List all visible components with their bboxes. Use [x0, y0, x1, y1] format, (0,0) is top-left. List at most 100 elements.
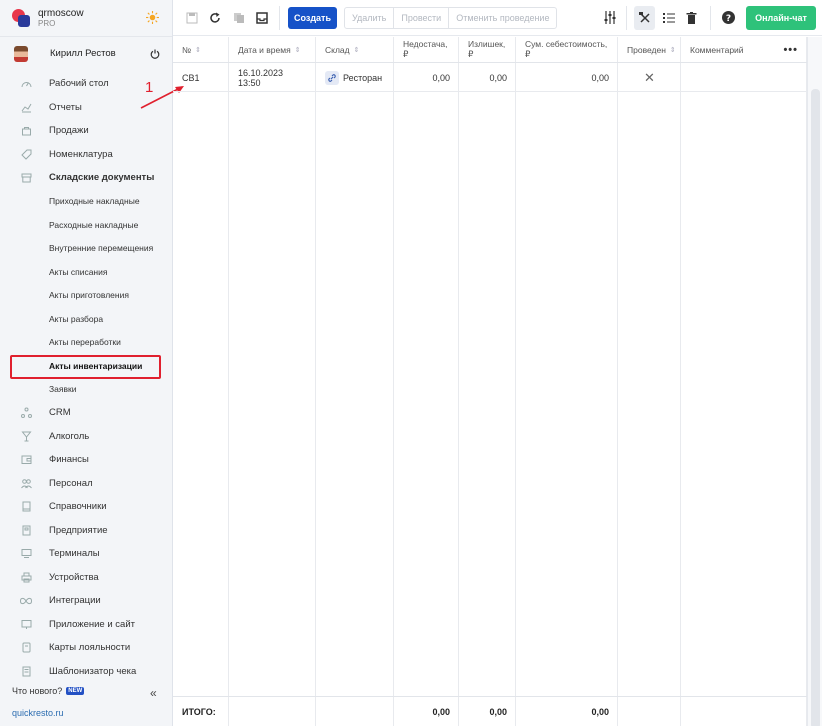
totals-shortage: 0,00	[394, 696, 459, 726]
trash-icon[interactable]	[685, 11, 698, 24]
inbox-icon[interactable]	[255, 11, 268, 24]
online-chat-button[interactable]: Онлайн-чат	[746, 6, 816, 30]
table-row-surplus[interactable]: 0,00	[459, 64, 516, 92]
header-posted[interactable]: Проведен ⇕	[618, 37, 681, 63]
table-row-shortage[interactable]: 0,00	[394, 64, 459, 92]
whats-new-label: Что нового?	[12, 686, 63, 696]
header-label: Недостача, ₽	[403, 39, 448, 59]
header-label: Проведен	[627, 44, 666, 55]
header-label: №	[182, 44, 192, 55]
glass-icon	[20, 430, 32, 442]
header-num[interactable]: № ⇕	[173, 37, 229, 63]
header-surplus[interactable]: Излишек, ₽	[459, 37, 516, 63]
refresh-icon[interactable]	[208, 11, 221, 24]
sidebar-item-staff[interactable]: Персонал	[0, 472, 172, 496]
sidebar-item-label: Справочники	[49, 501, 107, 513]
more-options-icon[interactable]: •••	[783, 44, 798, 56]
sidebar-subitem-disassembly-acts[interactable]: Акты разбора	[0, 307, 172, 331]
sidebar-item-nomenclature[interactable]: Номенклатура	[0, 143, 172, 167]
totals-surplus: 0,00	[459, 696, 516, 726]
header-date[interactable]: Дата и время ⇕	[229, 37, 316, 63]
site-link[interactable]: quickresto.ru	[12, 708, 64, 718]
sidebar-subitem-processing-acts[interactable]: Акты переработки	[0, 331, 172, 355]
sidebar-item-app-and-site[interactable]: Приложение и сайт	[0, 613, 172, 637]
sun-icon[interactable]	[146, 11, 159, 24]
sort-icon: ⇕	[669, 46, 676, 54]
whats-new-link[interactable]: Что нового? NEW	[12, 686, 85, 696]
header-label: Излишек, ₽	[468, 39, 506, 59]
collapse-sidebar-icon[interactable]: «	[150, 686, 157, 700]
header-label: Склад	[325, 44, 350, 55]
table-row-posted[interactable]: ✕	[618, 64, 681, 92]
svg-text:?: ?	[726, 14, 731, 24]
receipt-icon	[20, 665, 32, 677]
save-icon[interactable]	[185, 11, 198, 24]
sidebar-subitem-label: Акты списания	[49, 266, 108, 277]
scrollbar-thumb[interactable]	[811, 89, 820, 726]
sidebar-subitem-writeoff-acts[interactable]: Акты списания	[0, 260, 172, 284]
column-surplus	[459, 37, 516, 726]
vertical-scrollbar[interactable]	[807, 37, 822, 726]
sidebar-subitem-label: Заявки	[49, 384, 77, 395]
table-row-comment[interactable]	[681, 64, 807, 92]
power-icon[interactable]	[150, 49, 160, 59]
table-row-cost[interactable]: 0,00	[516, 64, 618, 92]
sidebar-item-receipt-templates[interactable]: Шаблонизатор чека	[0, 660, 172, 684]
sidebar-item-label: Шаблонизатор чека	[49, 665, 137, 677]
people-icon	[20, 477, 32, 489]
sidebar-item-sales[interactable]: Продажи	[0, 119, 172, 143]
table-row-num[interactable]: СВ1	[173, 64, 229, 92]
sidebar-item-enterprise[interactable]: Предприятие	[0, 519, 172, 543]
table-row-date[interactable]: 16.10.2023 13:50	[229, 64, 316, 92]
header-comment[interactable]: Комментарий •••	[681, 37, 807, 63]
help-icon[interactable]: ?	[722, 11, 735, 24]
list-icon[interactable]	[662, 11, 675, 24]
toolbar-separator	[710, 6, 711, 30]
building-icon	[20, 524, 32, 536]
sidebar-item-label: Интеграции	[49, 595, 101, 607]
sidebar-item-label: Терминалы	[49, 548, 100, 560]
column-num	[173, 37, 229, 726]
sidebar-item-label: Продажи	[49, 125, 89, 137]
printer-icon	[20, 571, 32, 583]
crm-icon	[20, 407, 32, 419]
unpost-button[interactable]: Отменить проведение	[449, 8, 556, 28]
totals-label: ИТОГО:	[173, 696, 229, 726]
sidebar-subitem-internal-transfers[interactable]: Внутренние перемещения	[0, 237, 172, 261]
toolbar: Создать Удалить Провести Отменить провед…	[173, 0, 822, 36]
sidebar-item-finance[interactable]: Финансы	[0, 448, 172, 472]
sidebar-subitem-incoming-invoices[interactable]: Приходные накладные	[0, 190, 172, 214]
header-store[interactable]: Склад ⇕	[316, 37, 394, 63]
toolbar-separator	[626, 6, 627, 30]
infinity-icon	[20, 595, 32, 607]
create-button[interactable]: Создать	[288, 7, 337, 29]
sidebar-item-devices[interactable]: Устройства	[0, 566, 172, 590]
sidebar-item-directories[interactable]: Справочники	[0, 495, 172, 519]
sidebar-item-label: Приложение и сайт	[49, 618, 135, 630]
sort-icon: ⇕	[294, 46, 301, 54]
sidebar-subitem-requests[interactable]: Заявки	[0, 378, 172, 402]
brand[interactable]: qrmoscow PRO	[0, 0, 172, 36]
table-row-store[interactable]: Ресторан	[316, 64, 394, 92]
sidebar-item-crm[interactable]: CRM	[0, 401, 172, 425]
sidebar-item-alcohol[interactable]: Алкоголь	[0, 425, 172, 449]
sidebar-item-loyalty-cards[interactable]: Карты лояльности	[0, 636, 172, 660]
post-button[interactable]: Провести	[394, 8, 450, 28]
sidebar-item-terminals[interactable]: Терминалы	[0, 542, 172, 566]
filter-sliders-icon[interactable]	[603, 11, 616, 24]
sidebar-subitem-label: Акты разбора	[49, 313, 104, 324]
sidebar-subitem-outgoing-invoices[interactable]: Расходные накладные	[0, 213, 172, 237]
basket-icon	[20, 125, 32, 137]
sidebar-item-label: Карты лояльности	[49, 642, 131, 654]
sidebar-subitem-label: Акты переработки	[49, 337, 121, 348]
header-shortage[interactable]: Недостача, ₽	[394, 37, 459, 63]
sidebar-item-integrations[interactable]: Интеграции	[0, 589, 172, 613]
header-cost[interactable]: Сум. себестоимость, ₽	[516, 37, 618, 63]
user-row[interactable]: Кирилл Рестов	[0, 36, 172, 70]
delete-button[interactable]: Удалить	[345, 8, 395, 28]
sidebar-item-warehouse-docs[interactable]: Складские документы	[0, 166, 172, 190]
copy-icon[interactable]	[232, 11, 245, 24]
totals-date	[229, 696, 316, 726]
sidebar-subitem-cooking-acts[interactable]: Акты приготовления	[0, 284, 172, 308]
sidebar-subitem-label: Приходные накладные	[49, 196, 140, 207]
